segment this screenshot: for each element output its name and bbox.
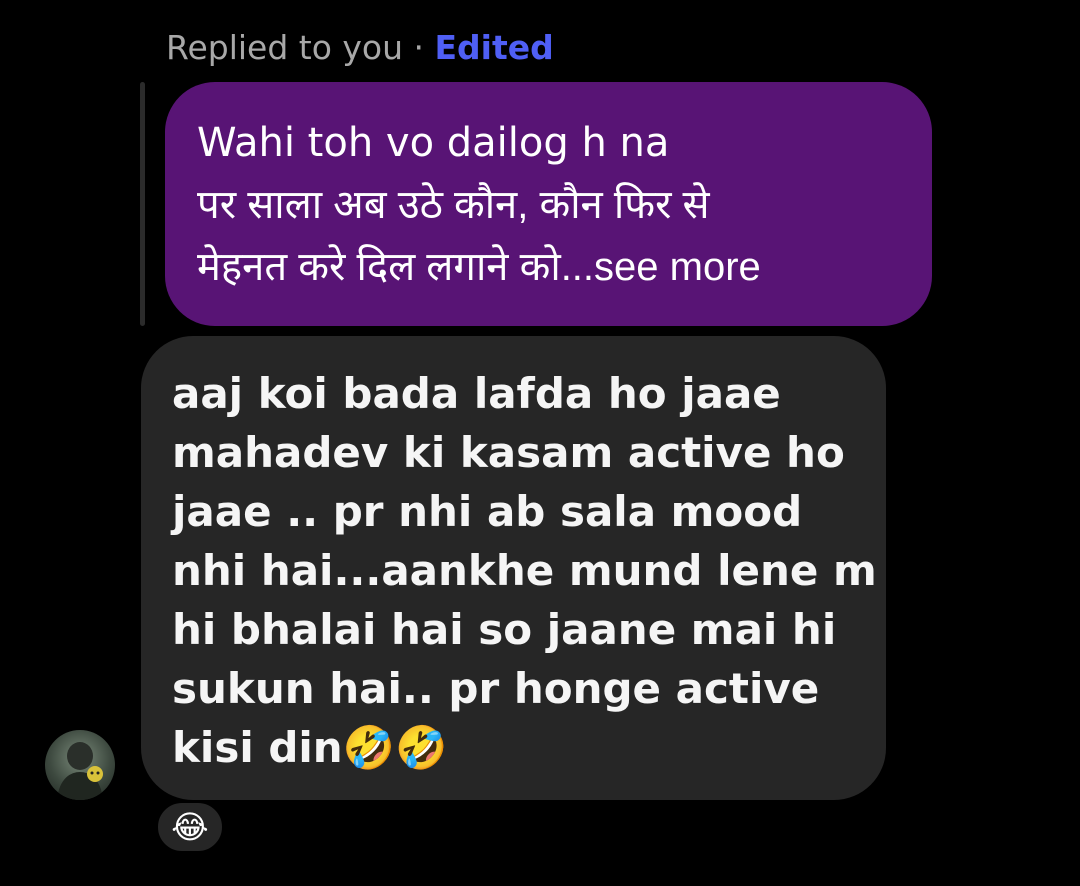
replied-message-bubble[interactable]: Wahi toh vo dailog h na पर साला अब उठे क… <box>165 82 932 326</box>
message-line: nhi hai...aankhe mund lene m <box>172 546 877 595</box>
message-last-line: kisi din🤣🤣 <box>172 718 866 777</box>
message-bubble[interactable]: aaj koi bada lafda ho jaae mahadev ki ka… <box>141 336 886 800</box>
message-line: sukun hai.. pr honge active <box>172 664 820 713</box>
replied-message-line: Wahi toh vo dailog h na <box>197 120 670 166</box>
edited-label[interactable]: Edited <box>435 28 554 67</box>
message-line: mahadev ki kasam active ho <box>172 428 845 477</box>
message-line: hi bhalai hai so jaane mai hi <box>172 605 837 654</box>
message-line: jaae .. pr nhi ab sala mood <box>172 487 803 536</box>
avatar-image-icon <box>57 742 103 800</box>
reply-header: Replied to you · Edited <box>166 26 554 70</box>
reaction-badge[interactable]: 😂 <box>155 800 225 854</box>
replied-message-line: मेहनत करे दिल लगाने को...see more <box>197 245 761 289</box>
replied-message-line: पर साला अब उठे कौन, कौन फिर से <box>197 183 710 227</box>
joy-emoji-icon: 😂 <box>171 808 209 846</box>
reply-indicator-bar <box>140 82 145 326</box>
sender-avatar[interactable] <box>45 730 115 800</box>
rofl-emoji-icon: 🤣🤣 <box>342 723 448 772</box>
message-line-text: kisi din <box>172 723 343 772</box>
replied-to-label: Replied to you · <box>166 28 435 67</box>
message-line: aaj koi bada lafda ho jaae <box>172 369 781 418</box>
